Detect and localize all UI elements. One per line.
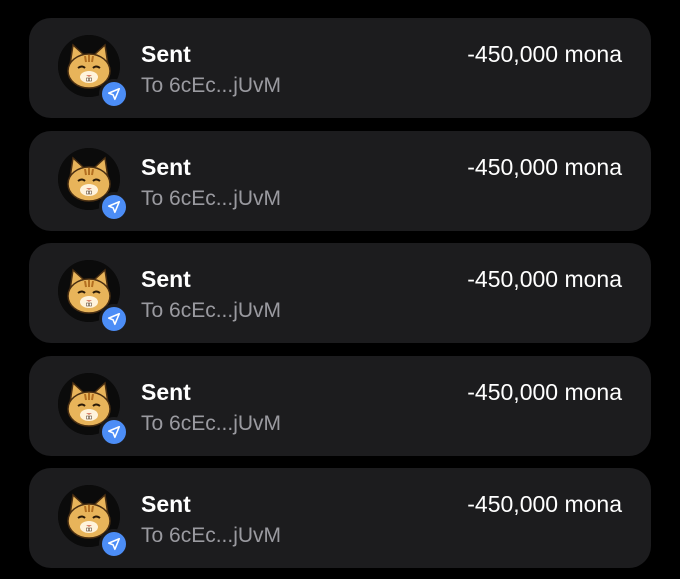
send-badge (99, 529, 129, 559)
transaction-title: Sent (141, 379, 191, 405)
send-arrow-icon (107, 425, 121, 439)
send-badge (99, 417, 129, 447)
transaction-title: Sent (141, 41, 191, 67)
send-badge (99, 79, 129, 109)
transaction-row[interactable]: Sent To 6cEc...jUvM -450,000 mona (29, 131, 651, 231)
token-avatar (58, 148, 129, 222)
transaction-counterparty: To 6cEc...jUvM (141, 412, 282, 435)
send-badge (99, 192, 129, 222)
transaction-title: Sent (141, 154, 191, 180)
transaction-title: Sent (141, 491, 191, 517)
send-arrow-icon (107, 312, 121, 326)
transaction-list: Sent To 6cEc...jUvM -450,000 mona Sent T… (0, 0, 680, 579)
send-arrow-icon (107, 200, 121, 214)
transaction-amount: -450,000 mona (467, 41, 622, 67)
transaction-amount: -450,000 mona (467, 379, 622, 405)
send-arrow-icon (107, 87, 121, 101)
transaction-counterparty: To 6cEc...jUvM (141, 299, 282, 322)
transaction-amount: -450,000 mona (467, 491, 622, 517)
transaction-amount: -450,000 mona (467, 154, 622, 180)
transaction-amount: -450,000 mona (467, 266, 622, 292)
transaction-row[interactable]: Sent To 6cEc...jUvM -450,000 mona (29, 243, 651, 343)
transaction-title: Sent (141, 266, 191, 292)
transaction-row[interactable]: Sent To 6cEc...jUvM -450,000 mona (29, 356, 651, 456)
token-avatar (58, 35, 129, 109)
transaction-row[interactable]: Sent To 6cEc...jUvM -450,000 mona (29, 468, 651, 568)
send-badge (99, 304, 129, 334)
token-avatar (58, 485, 129, 559)
transaction-counterparty: To 6cEc...jUvM (141, 524, 282, 547)
transaction-row[interactable]: Sent To 6cEc...jUvM -450,000 mona (29, 18, 651, 118)
send-arrow-icon (107, 537, 121, 551)
token-avatar (58, 373, 129, 447)
token-avatar (58, 260, 129, 334)
transaction-counterparty: To 6cEc...jUvM (141, 187, 282, 210)
transaction-counterparty: To 6cEc...jUvM (141, 74, 282, 97)
